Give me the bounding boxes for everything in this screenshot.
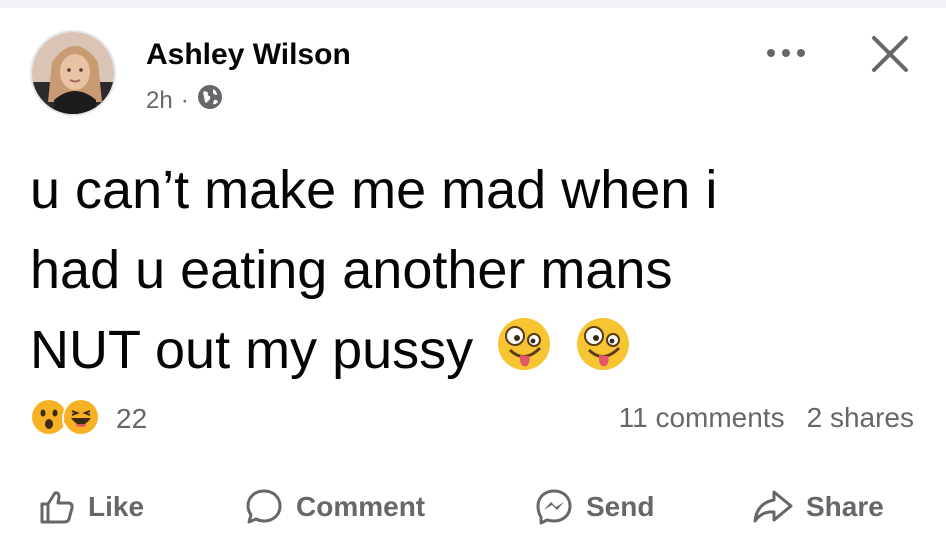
messenger-icon (534, 487, 574, 527)
thumbs-up-icon (38, 488, 76, 526)
comment-button[interactable]: Comment (244, 476, 425, 538)
post-meta: 2h · (146, 84, 223, 117)
post-line: u can’t make me mad when i (30, 160, 718, 220)
meta-separator: · (180, 86, 189, 114)
post-stats: 11 comments 2 shares (619, 402, 914, 434)
like-button[interactable]: Like (38, 476, 144, 538)
zany-face-emoji (575, 314, 631, 394)
shares-count[interactable]: 2 shares (807, 402, 914, 434)
comment-label: Comment (296, 491, 426, 522)
post-line-last: NUT out my pussy (30, 310, 910, 394)
post-line: NUT out my pussy (30, 320, 474, 380)
post-line: had u eating another mans (30, 240, 673, 300)
top-strip (0, 0, 946, 8)
comment-icon (244, 487, 284, 527)
post-text: u can’t make me mad when i had u eating … (30, 150, 910, 394)
comments-count[interactable]: 11 comments (619, 402, 785, 434)
author-name[interactable]: Ashley Wilson (146, 38, 351, 72)
share-label: Share (806, 491, 884, 522)
send-label: Send (586, 491, 655, 522)
reactions-summary[interactable]: 22 (30, 398, 147, 440)
action-bar: Like Comment Send Share (0, 476, 946, 538)
more-options-icon[interactable] (758, 30, 814, 76)
send-button[interactable]: Send (534, 476, 654, 538)
post-time[interactable]: 2h (146, 87, 173, 115)
globe-icon (197, 84, 223, 117)
share-icon (752, 488, 794, 526)
like-label: Like (88, 491, 145, 522)
haha-reaction-icon (62, 398, 104, 440)
zany-face-emoji (496, 314, 552, 394)
avatar[interactable] (30, 30, 116, 116)
share-button[interactable]: Share (752, 476, 884, 538)
close-icon[interactable] (862, 28, 918, 80)
reaction-count: 22 (116, 403, 148, 434)
